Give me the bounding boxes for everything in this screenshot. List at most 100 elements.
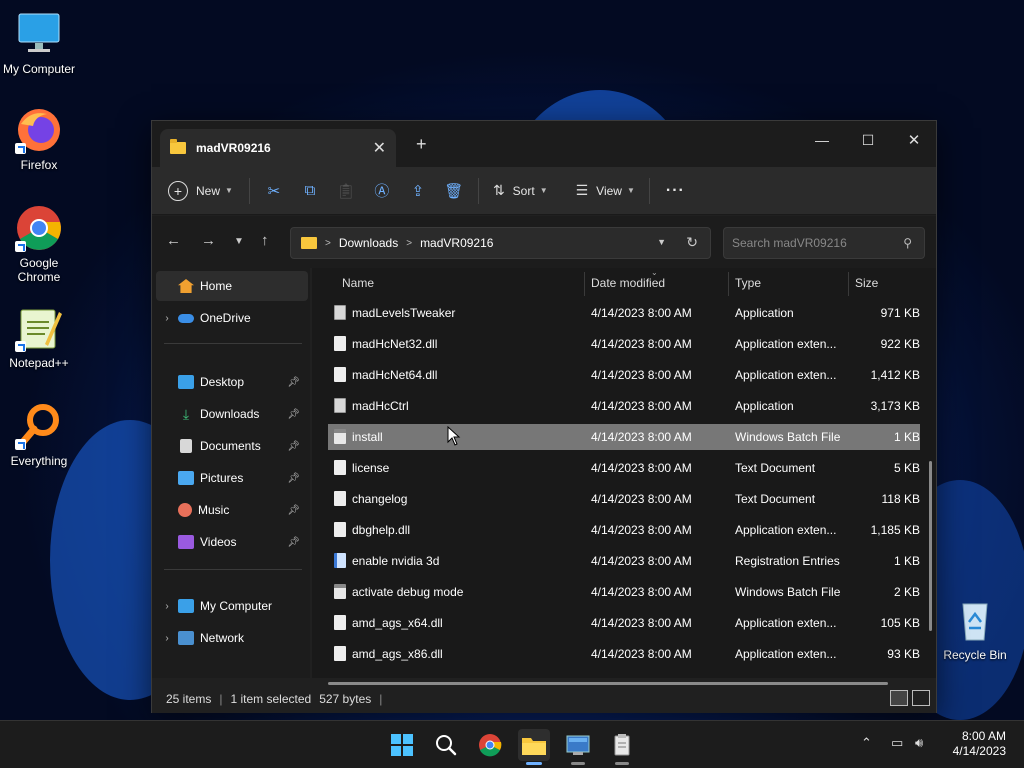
desktop-icon-everything[interactable]: Everything xyxy=(1,402,77,468)
start-button[interactable] xyxy=(386,729,418,761)
file-name: amd_ags_x64.dll xyxy=(352,616,443,630)
recent-locations-chevron-icon[interactable]: ▼ xyxy=(234,236,244,247)
file-size: 3,173 KB xyxy=(870,399,920,413)
desktop-icon-label: Notepad++ xyxy=(9,356,69,370)
expand-chevron-icon[interactable]: › xyxy=(156,633,178,644)
desktop-icon-my-computer[interactable]: My Computer xyxy=(1,10,77,76)
file-row[interactable]: license 4/14/2023 8:00 AM Text Document 5 K… xyxy=(328,455,920,481)
taskbar-file-explorer[interactable] xyxy=(518,729,550,765)
column-divider[interactable] xyxy=(584,272,585,296)
vertical-scrollbar[interactable] xyxy=(929,461,932,631)
new-tab-button[interactable]: + xyxy=(416,134,427,155)
desktop-icon-recycle-bin[interactable]: Recycle Bin xyxy=(937,596,1013,662)
file-type: Application exten... xyxy=(735,523,837,537)
sidebar-item-label: Videos xyxy=(200,535,237,549)
file-row[interactable]: enable nvidia 3d 4/14/2023 8:00 AM Registr… xyxy=(328,548,920,574)
sidebar-item-pictures[interactable]: Pictures 📌︎ xyxy=(156,463,308,493)
delete-icon[interactable]: 🗑︎ xyxy=(436,175,472,207)
file-explorer-window: madVR09216 ✕ + — ☐ ✕ + New ▼ ✂ ⧉ 📋︎ Ⓐ ⇪ … xyxy=(151,120,937,713)
sort-indicator-icon: ⌄ xyxy=(651,268,658,277)
search-button[interactable] xyxy=(430,729,462,761)
new-label: New xyxy=(196,183,221,198)
more-options-button[interactable]: ··· xyxy=(666,175,685,207)
address-bar[interactable]: > Downloads > madVR09216 ▼ ↻ xyxy=(290,227,711,259)
desktop-icon-label: Firefox xyxy=(20,158,58,172)
file-row[interactable]: install 4/14/2023 8:00 AM Windows Batch Fi… xyxy=(328,424,920,450)
file-row[interactable]: dbghelp.dll 4/14/2023 8:00 AM Application … xyxy=(328,517,920,543)
copy-icon[interactable]: ⧉ xyxy=(292,175,328,207)
forward-arrow-icon[interactable]: → xyxy=(201,232,216,249)
column-header-size[interactable]: Size xyxy=(855,268,878,298)
expand-chevron-icon[interactable]: › xyxy=(156,313,178,324)
selection-size: 527 bytes xyxy=(319,692,372,706)
show-hidden-icons-chevron-icon[interactable]: ⌃ xyxy=(861,735,872,751)
system-clock[interactable]: 8:00 AM 4/14/2023 xyxy=(953,729,1006,759)
network-status-icon[interactable]: ▭ xyxy=(891,735,903,751)
sidebar-item-downloads[interactable]: ⤓ Downloads 📌︎ xyxy=(156,399,308,429)
details-view-icon[interactable] xyxy=(890,690,908,706)
running-indicator xyxy=(615,762,629,765)
view-button[interactable]: ☰ View ▼ xyxy=(576,175,635,207)
new-button[interactable]: + New ▼ xyxy=(168,175,233,207)
taskbar-app[interactable] xyxy=(606,729,638,765)
file-row[interactable]: amd_ags_x86.dll 4/14/2023 8:00 AM Applicat… xyxy=(328,641,920,667)
file-row[interactable]: madHcNet64.dll 4/14/2023 8:00 AM Applicati… xyxy=(328,362,920,388)
file-row[interactable]: activate debug mode 4/14/2023 8:00 AM Wind… xyxy=(328,579,920,605)
file-row[interactable]: madHcCtrl 4/14/2023 8:00 AM Application 3,1… xyxy=(328,393,920,419)
monitor-icon xyxy=(15,10,63,58)
search-input[interactable]: Search madVR09216 ⚲ xyxy=(723,227,925,259)
refresh-icon[interactable]: ↻ xyxy=(686,234,698,251)
up-arrow-icon[interactable]: ↑ xyxy=(261,232,269,249)
taskbar-terminal[interactable] xyxy=(562,729,594,765)
sidebar-item-documents[interactable]: Documents 📌︎ xyxy=(156,431,308,461)
batch-file-icon xyxy=(334,429,346,444)
plus-icon: + xyxy=(168,180,188,201)
column-divider[interactable] xyxy=(848,272,849,296)
download-arrow-icon: ⤓ xyxy=(182,406,190,422)
paste-icon[interactable]: 📋︎ xyxy=(328,175,364,207)
file-row[interactable]: amd_ags_x64.dll 4/14/2023 8:00 AM Applicat… xyxy=(328,610,920,636)
sidebar-item-onedrive[interactable]: › OneDrive xyxy=(156,303,308,333)
file-row[interactable]: changelog 4/14/2023 8:00 AM Text Document 1… xyxy=(328,486,920,512)
tiles-view-icon[interactable] xyxy=(912,690,930,706)
taskbar-chrome[interactable] xyxy=(474,729,506,761)
sidebar-item-my-computer[interactable]: › My Computer xyxy=(156,591,308,621)
monitor-icon xyxy=(178,599,194,613)
expand-chevron-icon[interactable]: › xyxy=(156,601,178,612)
cut-icon[interactable]: ✂ xyxy=(256,175,292,207)
tab-madvr[interactable]: madVR09216 ✕ xyxy=(160,129,396,167)
file-row[interactable]: madHcNet32.dll 4/14/2023 8:00 AM Applicati… xyxy=(328,331,920,357)
tab-close-button[interactable]: ✕ xyxy=(373,138,386,158)
address-history-chevron-icon[interactable]: ▼ xyxy=(657,237,666,247)
sidebar-item-network[interactable]: › Network xyxy=(156,623,308,653)
back-arrow-icon[interactable]: ← xyxy=(166,232,181,249)
column-header-name[interactable]: Name xyxy=(342,268,374,298)
desktop-icon-notepadpp[interactable]: Notepad++ xyxy=(1,304,77,370)
rename-icon[interactable]: Ⓐ xyxy=(364,175,400,207)
share-icon[interactable]: ⇪ xyxy=(400,175,436,207)
terminal-icon xyxy=(566,735,590,755)
text-file-icon xyxy=(334,460,346,475)
sort-button[interactable]: ⇅ Sort ▼ xyxy=(493,175,548,207)
file-row[interactable]: madLevelsTweaker 4/14/2023 8:00 AM Applica… xyxy=(328,300,920,326)
sidebar-item-home[interactable]: Home xyxy=(156,271,308,301)
maximize-button[interactable]: ☐ xyxy=(848,127,888,153)
sidebar-item-videos[interactable]: Videos 📌︎ xyxy=(156,527,308,557)
volume-icon[interactable]: 🔊︎ xyxy=(915,735,923,751)
column-divider[interactable] xyxy=(728,272,729,296)
breadcrumb-downloads[interactable]: Downloads xyxy=(339,236,398,250)
desktop-icon-firefox[interactable]: Firefox xyxy=(1,106,77,172)
breadcrumb-current[interactable]: madVR09216 xyxy=(420,236,493,250)
minimize-button[interactable]: — xyxy=(802,127,842,153)
recycle-bin-icon xyxy=(951,596,999,644)
file-list: Name Date modified ⌄ Type Size madLevels… xyxy=(312,268,936,685)
desktop-icon-chrome[interactable]: Google Chrome xyxy=(1,204,77,284)
column-header-type[interactable]: Type xyxy=(735,268,761,298)
file-date: 4/14/2023 8:00 AM xyxy=(591,337,692,351)
cloud-icon xyxy=(178,313,194,323)
sidebar-item-music[interactable]: Music 📌︎ xyxy=(156,495,308,525)
chrome-icon xyxy=(15,204,63,252)
clock-time: 8:00 AM xyxy=(961,729,1006,743)
sidebar-item-desktop[interactable]: Desktop 📌︎ xyxy=(156,367,308,397)
close-button[interactable]: ✕ xyxy=(894,127,934,153)
